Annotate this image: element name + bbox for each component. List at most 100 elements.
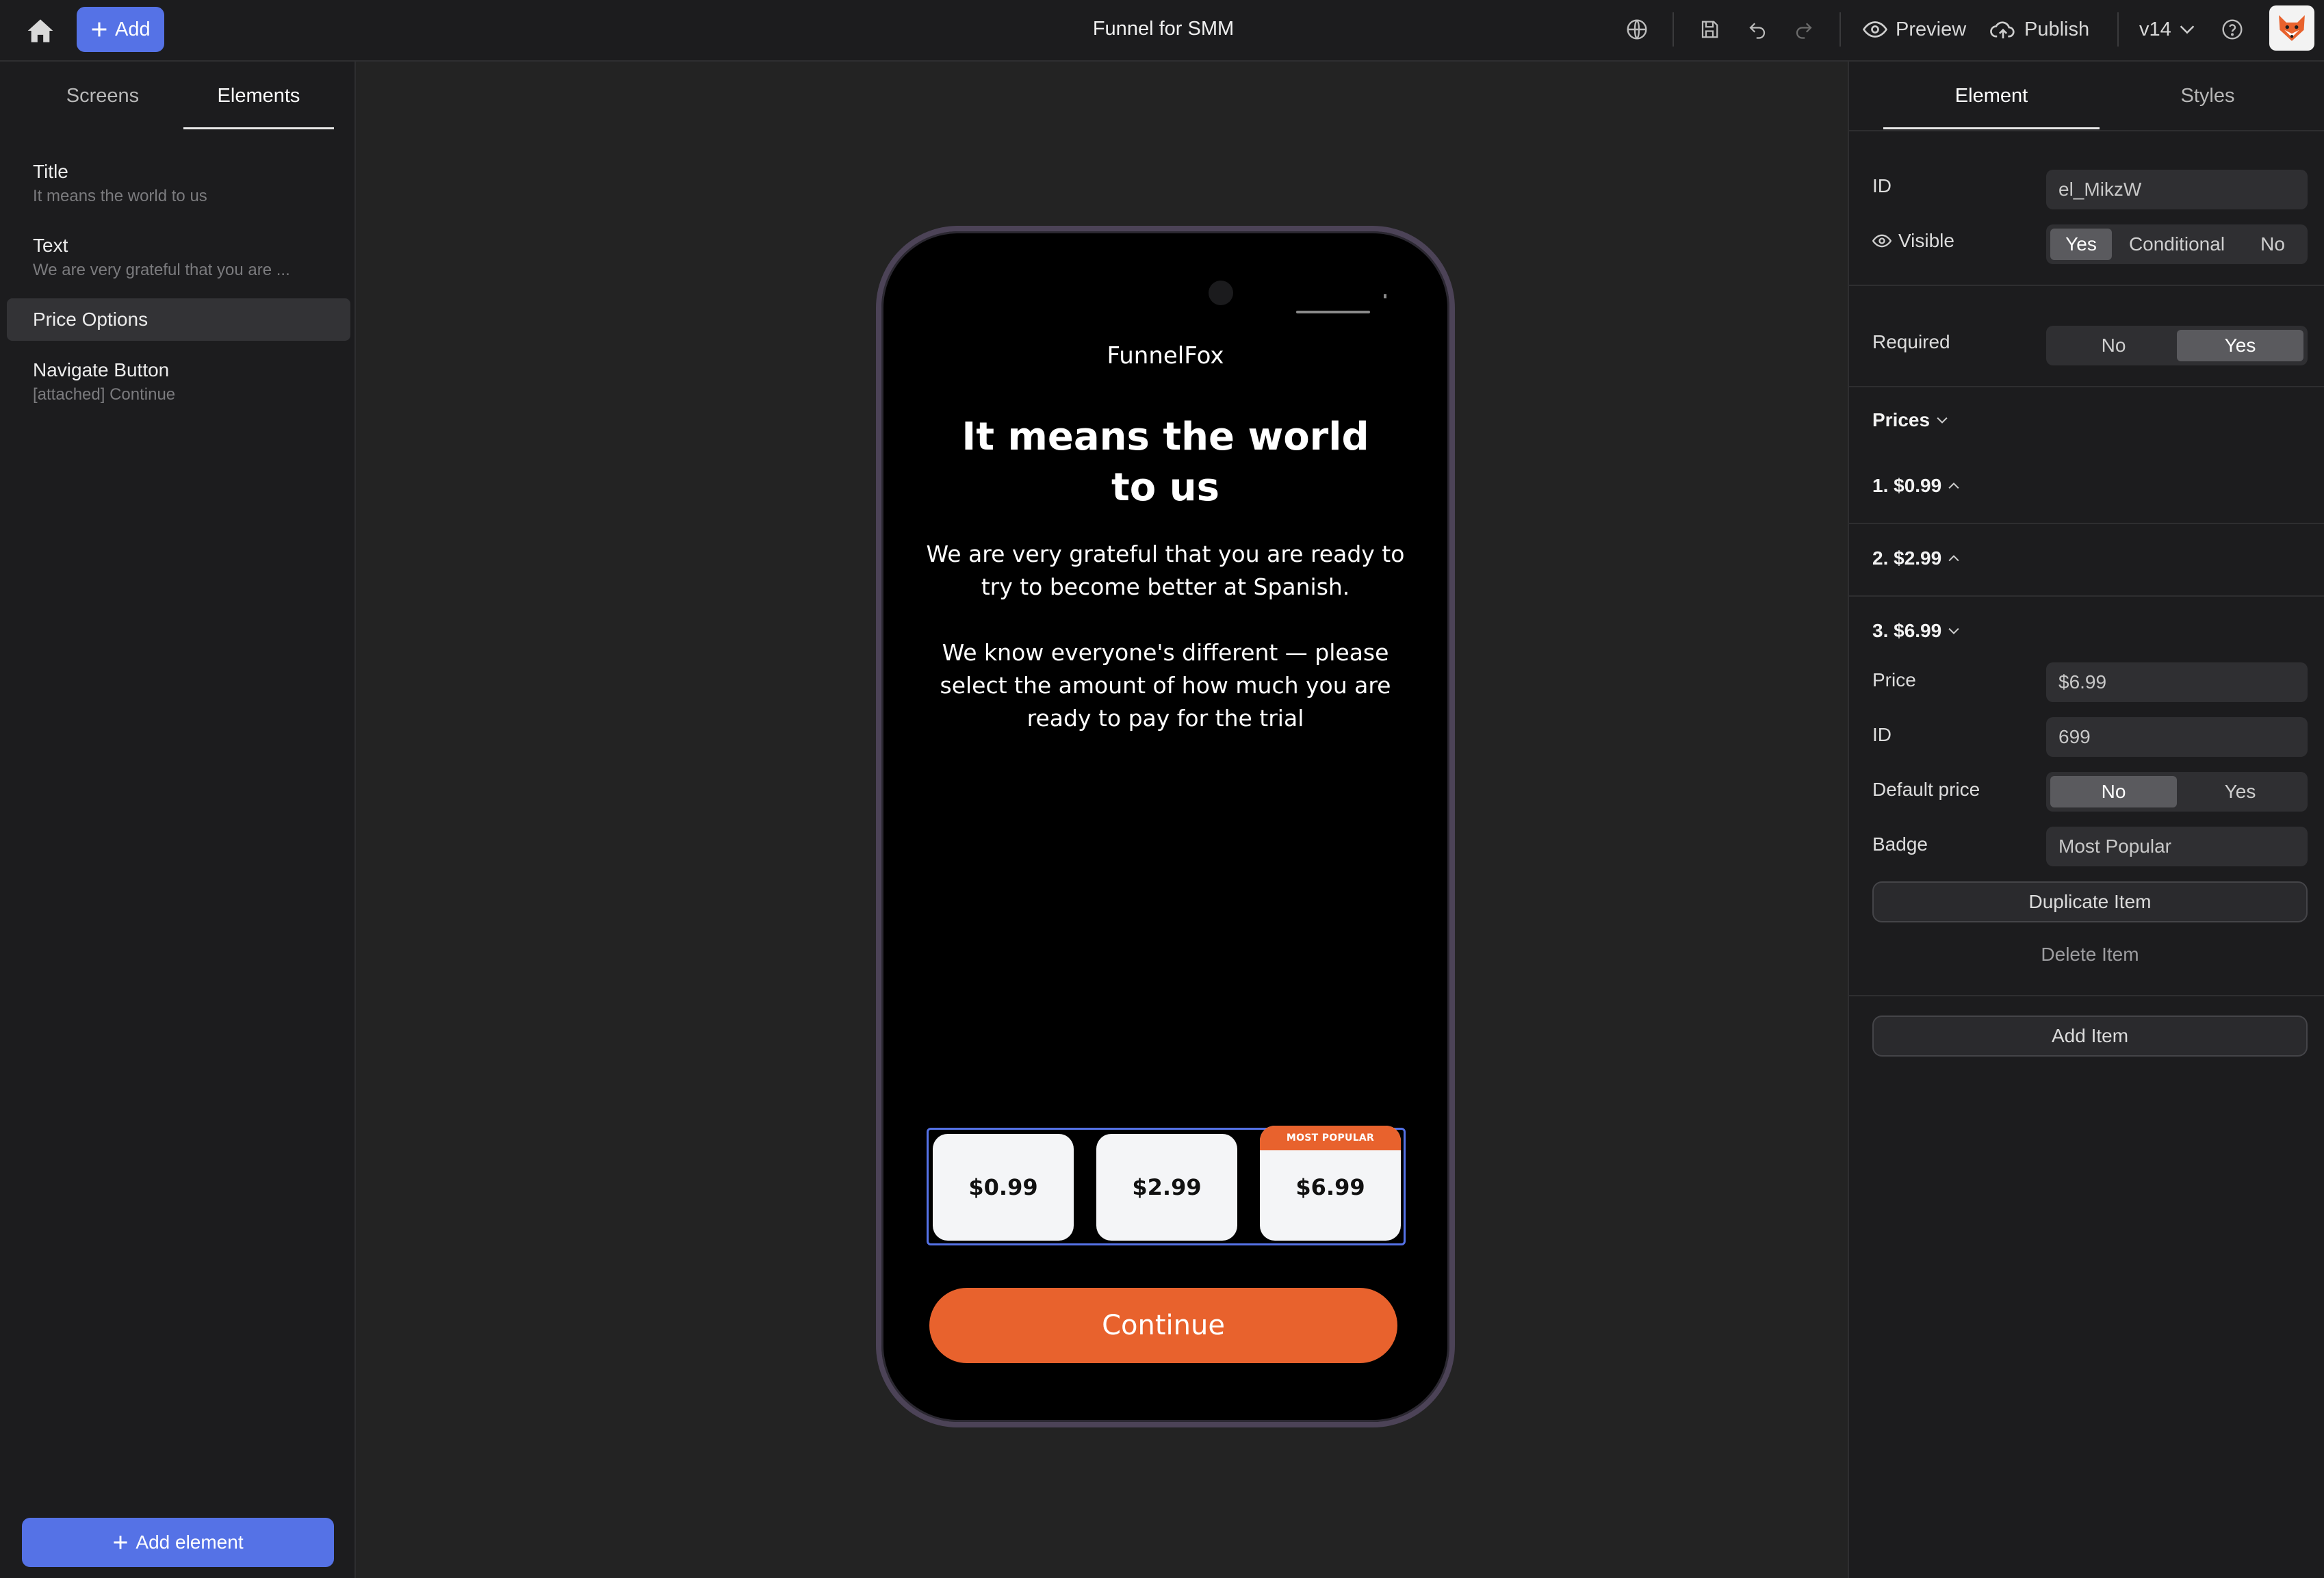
id-field[interactable]: el_MikzW bbox=[2046, 170, 2308, 209]
element-item-label: Text bbox=[33, 235, 68, 256]
item-id-field[interactable]: 699 bbox=[2046, 717, 2308, 757]
undo-button[interactable] bbox=[1742, 14, 1772, 44]
phone-preview: FunnelFox It means the world to us We ar… bbox=[876, 226, 1455, 1427]
redo-icon bbox=[1796, 23, 1812, 39]
divider bbox=[1849, 386, 2324, 387]
element-item-preview: We are very grateful that you are ... bbox=[33, 261, 290, 279]
element-item-label: Price Options bbox=[33, 309, 149, 330]
element-list: Title It means the world to us Text We a… bbox=[7, 151, 350, 423]
status-indicator bbox=[1296, 311, 1370, 313]
preview-button[interactable]: Preview bbox=[1863, 12, 1966, 47]
price-item-label: 1. $0.99 bbox=[1872, 475, 1942, 496]
screen-title-line: It means the world bbox=[961, 415, 1369, 459]
divider bbox=[1849, 523, 2324, 524]
add-element-label: Add element bbox=[135, 1531, 244, 1553]
price-item-label: 3. $6.99 bbox=[1872, 620, 1942, 641]
redo-button[interactable] bbox=[1789, 14, 1819, 44]
left-tabs: Screens Elements bbox=[0, 62, 354, 130]
price-item-label: 2. $2.99 bbox=[1872, 547, 1942, 569]
brand-name: FunnelFox bbox=[1107, 342, 1224, 370]
item-price-field[interactable]: $6.99 bbox=[2046, 662, 2308, 702]
screen-text[interactable]: We are very grateful that you are ready … bbox=[922, 538, 1408, 735]
chevron-down-icon bbox=[1937, 417, 1948, 424]
price-option-label: $6.99 bbox=[1295, 1174, 1365, 1200]
element-item-navigate-button[interactable]: Navigate Button [attached] Continue bbox=[7, 349, 350, 415]
visible-label-row: Visible bbox=[1872, 230, 1954, 252]
item-id-label: ID bbox=[1872, 724, 1892, 745]
toolbar-divider bbox=[2117, 12, 2119, 47]
text-paragraph: We know everyone's different — please se… bbox=[940, 639, 1391, 732]
active-tab-indicator bbox=[183, 127, 334, 129]
save-button[interactable] bbox=[1694, 14, 1725, 44]
tab-elements[interactable]: Elements bbox=[183, 62, 334, 130]
eye-icon bbox=[1863, 21, 1887, 38]
price-option[interactable]: MOST POPULAR $6.99 bbox=[1260, 1126, 1401, 1241]
required-no-option[interactable]: No bbox=[2050, 330, 2177, 361]
chevron-down-icon bbox=[1948, 628, 1959, 634]
phone-camera bbox=[1209, 281, 1233, 305]
publish-button[interactable]: Publish bbox=[1990, 12, 2089, 47]
tab-screens[interactable]: Screens bbox=[27, 62, 178, 130]
add-item-button[interactable]: Add Item bbox=[1872, 1016, 2308, 1057]
most-popular-badge: MOST POPULAR bbox=[1260, 1126, 1401, 1150]
default-price-yes-option[interactable]: Yes bbox=[2177, 776, 2303, 807]
language-button[interactable] bbox=[1622, 14, 1652, 44]
visible-conditional-option[interactable]: Conditional bbox=[2112, 229, 2242, 260]
continue-button[interactable]: Continue bbox=[929, 1288, 1397, 1363]
help-icon bbox=[2222, 19, 2243, 40]
chevron-up-icon bbox=[1948, 555, 1959, 562]
duplicate-item-button[interactable]: Duplicate Item bbox=[1872, 881, 2308, 922]
version-dropdown[interactable]: v14 bbox=[2139, 12, 2195, 47]
visible-no-option[interactable]: No bbox=[2242, 229, 2303, 260]
default-price-toggle: No Yes bbox=[2046, 772, 2308, 812]
required-toggle: No Yes bbox=[2046, 326, 2308, 365]
visible-label: Visible bbox=[1898, 230, 1954, 251]
right-panel: Element Styles ID el_MikzW Visible Yes C… bbox=[1848, 62, 2324, 1578]
required-yes-option[interactable]: Yes bbox=[2177, 330, 2303, 361]
tab-styles[interactable]: Styles bbox=[2100, 62, 2316, 130]
element-item-text[interactable]: Text We are very grateful that you are .… bbox=[7, 224, 350, 290]
price-options[interactable]: $0.99 $2.99 MOST POPULAR $6.99 bbox=[927, 1126, 1406, 1245]
price-item-toggle[interactable]: 3. $6.99 bbox=[1872, 620, 1959, 642]
plus-icon bbox=[92, 22, 107, 37]
home-button[interactable] bbox=[25, 15, 56, 47]
element-item-label: Navigate Button bbox=[33, 359, 170, 380]
add-button[interactable]: Add bbox=[77, 7, 164, 52]
version-label: v14 bbox=[2139, 18, 2171, 40]
price-option-label: $2.99 bbox=[1132, 1174, 1202, 1200]
required-label: Required bbox=[1872, 331, 1950, 352]
element-item-label: Title bbox=[33, 161, 68, 182]
price-option[interactable]: $2.99 bbox=[1096, 1134, 1237, 1241]
visible-yes-option[interactable]: Yes bbox=[2050, 229, 2112, 260]
toolbar-divider bbox=[1839, 12, 1841, 47]
badge-field[interactable]: Most Popular bbox=[2046, 827, 2308, 866]
element-item-title[interactable]: Title It means the world to us bbox=[7, 151, 350, 216]
divider bbox=[1849, 995, 2324, 996]
left-panel: Screens Elements Title It means the worl… bbox=[0, 62, 356, 1578]
home-icon bbox=[27, 19, 53, 42]
tab-element[interactable]: Element bbox=[1883, 62, 2100, 130]
avatar[interactable] bbox=[2269, 5, 2314, 51]
price-option[interactable]: $0.99 bbox=[933, 1134, 1074, 1241]
element-item-preview: It means the world to us bbox=[33, 187, 207, 205]
default-price-no-option[interactable]: No bbox=[2050, 776, 2177, 807]
help-button[interactable] bbox=[2217, 14, 2247, 44]
divider bbox=[1849, 595, 2324, 597]
delete-item-button[interactable]: Delete Item bbox=[1872, 937, 2308, 972]
price-item-toggle[interactable]: 2. $2.99 bbox=[1872, 547, 1959, 569]
add-element-button[interactable]: Add element bbox=[22, 1518, 334, 1567]
chevron-up-icon bbox=[1948, 482, 1959, 489]
screen-title[interactable]: It means the world to us bbox=[950, 412, 1381, 513]
price-item-toggle[interactable]: 1. $0.99 bbox=[1872, 475, 1959, 497]
plus-icon bbox=[114, 1536, 127, 1549]
prices-section-toggle[interactable]: Prices bbox=[1872, 409, 1948, 431]
eye-icon bbox=[1872, 234, 1892, 248]
price-option-label: $0.99 bbox=[968, 1174, 1038, 1200]
globe-icon bbox=[1627, 19, 1647, 40]
cloud-upload-icon bbox=[1990, 21, 2015, 39]
element-item-price-options[interactable]: Price Options bbox=[7, 298, 350, 341]
save-icon bbox=[1701, 21, 1718, 38]
divider bbox=[1849, 285, 2324, 286]
active-tab-indicator bbox=[1883, 127, 2100, 129]
badge-label: Badge bbox=[1872, 833, 1928, 855]
